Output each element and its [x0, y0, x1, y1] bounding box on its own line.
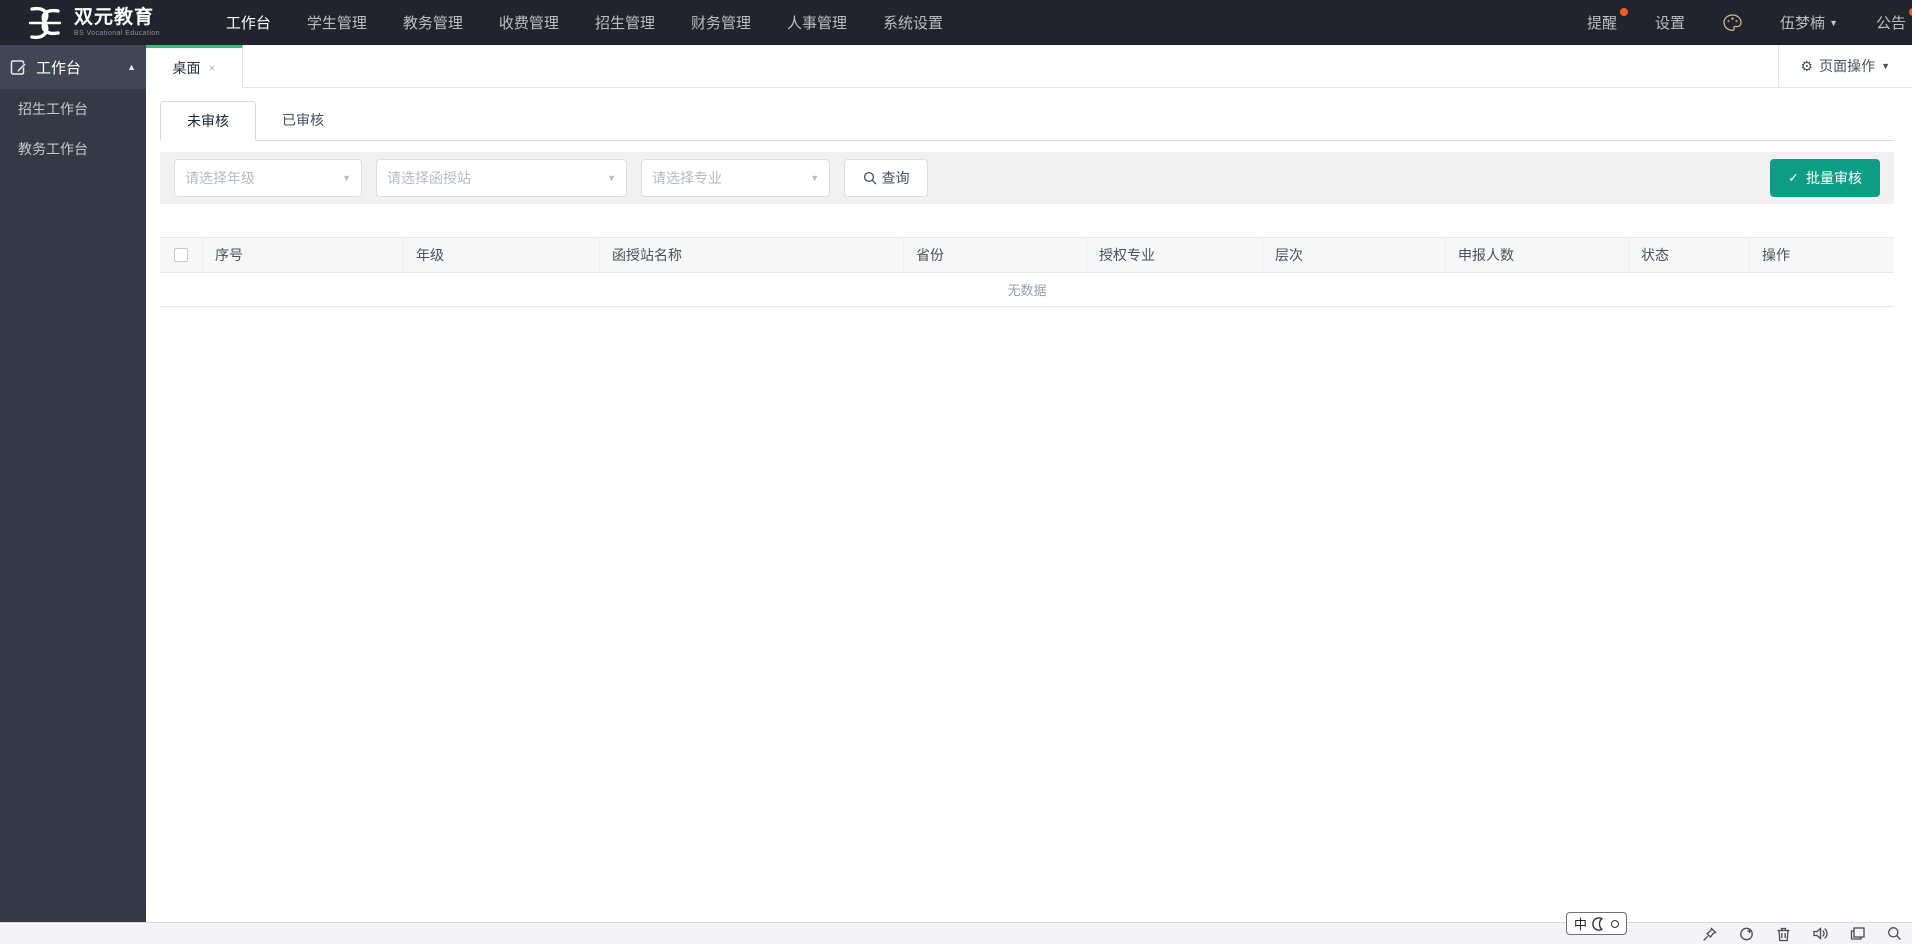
top-navbar: 双元教育 BS Vocational Education 工作台 学生管理 教务… [0, 0, 1912, 45]
sidebar-item-enrollment-workbench[interactable]: 招生工作台 [0, 89, 146, 129]
filter-bar: 请选择年级 ▼ 请选择函授站 ▼ 请选择专业 ▼ 查询 ✓ 批量审核 [160, 152, 1894, 204]
select-all-checkbox[interactable] [174, 248, 188, 262]
query-button[interactable]: 查询 [844, 159, 928, 197]
empty-state: 无数据 [160, 273, 1894, 307]
tab-unreviewed[interactable]: 未审核 [160, 101, 256, 141]
major-select[interactable]: 请选择专业 ▼ [641, 159, 830, 197]
sidebar: 工作台 ▲ 招生工作台 教务工作台 [0, 45, 146, 922]
tab-close-icon[interactable]: × [208, 61, 215, 75]
select-caret-down-icon: ▼ [607, 173, 616, 183]
announcement-button[interactable]: 公告 [1876, 8, 1912, 33]
select-caret-down-icon: ▼ [342, 173, 351, 183]
theme-palette-icon[interactable] [1723, 14, 1742, 31]
col-station-name: 函授站名称 [600, 238, 904, 272]
menu-item-workbench[interactable]: 工作台 [208, 0, 289, 45]
menu-item-fees[interactable]: 收费管理 [481, 0, 577, 45]
window-tabstrip: 桌面 × ⚙ 页面操作 ▼ [146, 45, 1912, 88]
col-province: 省份 [904, 238, 1087, 272]
search-icon [863, 171, 876, 185]
tab-reviewed[interactable]: 已审核 [256, 100, 350, 140]
tab-desktop[interactable]: 桌面 × [146, 45, 243, 88]
table-header: 序号 年级 函授站名称 省份 授权专业 层次 申报人数 状态 操作 [160, 237, 1894, 273]
review-tabs: 未审核 已审核 [160, 100, 1894, 141]
menu-item-enrollment[interactable]: 招生管理 [577, 0, 673, 45]
menu-item-system[interactable]: 系统设置 [865, 0, 961, 45]
gear-icon: ⚙ [1800, 57, 1814, 74]
ime-lang-label: 中 [1574, 917, 1588, 932]
col-level: 层次 [1263, 238, 1446, 272]
col-seq: 序号 [203, 238, 404, 272]
trash-icon[interactable] [1776, 926, 1791, 942]
menu-item-academic[interactable]: 教务管理 [385, 0, 481, 45]
page-content: 未审核 已审核 请选择年级 ▼ 请选择函授站 ▼ 请选择专业 ▼ 查询 ✓ 批量… [146, 88, 1912, 922]
brand: 双元教育 BS Vocational Education [24, 3, 160, 43]
brand-subtitle: BS Vocational Education [74, 30, 160, 37]
search-tray-icon[interactable] [1887, 926, 1902, 941]
grade-select[interactable]: 请选择年级 ▼ [174, 159, 362, 197]
page-actions-caret-down-icon: ▼ [1881, 61, 1890, 71]
reminder-button[interactable]: 提醒 [1587, 8, 1629, 33]
reminder-badge [1620, 8, 1629, 16]
menu-item-finance[interactable]: 财务管理 [673, 0, 769, 45]
navbar-right: 提醒 设置 伍梦楠 ▼ 公告 [1587, 8, 1912, 33]
collapse-caret-up-icon: ▲ [127, 62, 136, 72]
moon-icon [1592, 916, 1604, 931]
workbench-icon [10, 59, 27, 76]
sidebar-group-label: 工作台 [36, 59, 82, 77]
check-icon: ✓ [1788, 170, 1799, 185]
col-grade: 年级 [404, 238, 600, 272]
select-caret-down-icon: ▼ [810, 173, 819, 183]
sidebar-item-academic-workbench[interactable]: 教务工作台 [0, 129, 146, 169]
review-table: 序号 年级 函授站名称 省份 授权专业 层次 申报人数 状态 操作 无数据 [160, 237, 1894, 307]
pin-icon[interactable] [1702, 926, 1718, 942]
ime-indicator[interactable]: 中 [1566, 912, 1628, 935]
main-menu: 工作台 学生管理 教务管理 收费管理 招生管理 财务管理 人事管理 系统设置 [208, 0, 961, 45]
user-menu[interactable]: 伍梦楠 ▼ [1780, 12, 1838, 33]
brand-title: 双元教育 [74, 7, 155, 28]
station-select[interactable]: 请选择函授站 ▼ [376, 159, 627, 197]
launcher-icon[interactable] [1739, 926, 1755, 942]
col-actions: 操作 [1762, 247, 1790, 263]
batch-review-button[interactable]: ✓ 批量审核 [1770, 159, 1880, 197]
ime-mode-circle-icon [1611, 919, 1620, 928]
page-actions-dropdown[interactable]: ⚙ 页面操作 ▼ [1777, 45, 1912, 87]
windows-icon[interactable] [1850, 926, 1866, 941]
col-authorized-major: 授权专业 [1087, 238, 1263, 272]
sidebar-group-workbench[interactable]: 工作台 ▲ [0, 45, 146, 89]
settings-button[interactable]: 设置 [1655, 12, 1685, 33]
col-status: 状态 [1629, 238, 1750, 272]
username: 伍梦楠 [1780, 15, 1826, 32]
user-caret-down-icon: ▼ [1829, 17, 1838, 28]
menu-item-students[interactable]: 学生管理 [289, 0, 385, 45]
volume-icon[interactable] [1812, 926, 1829, 941]
col-applicants: 申报人数 [1446, 238, 1629, 272]
brand-logo-icon [28, 6, 62, 39]
menu-item-hr[interactable]: 人事管理 [769, 0, 865, 45]
